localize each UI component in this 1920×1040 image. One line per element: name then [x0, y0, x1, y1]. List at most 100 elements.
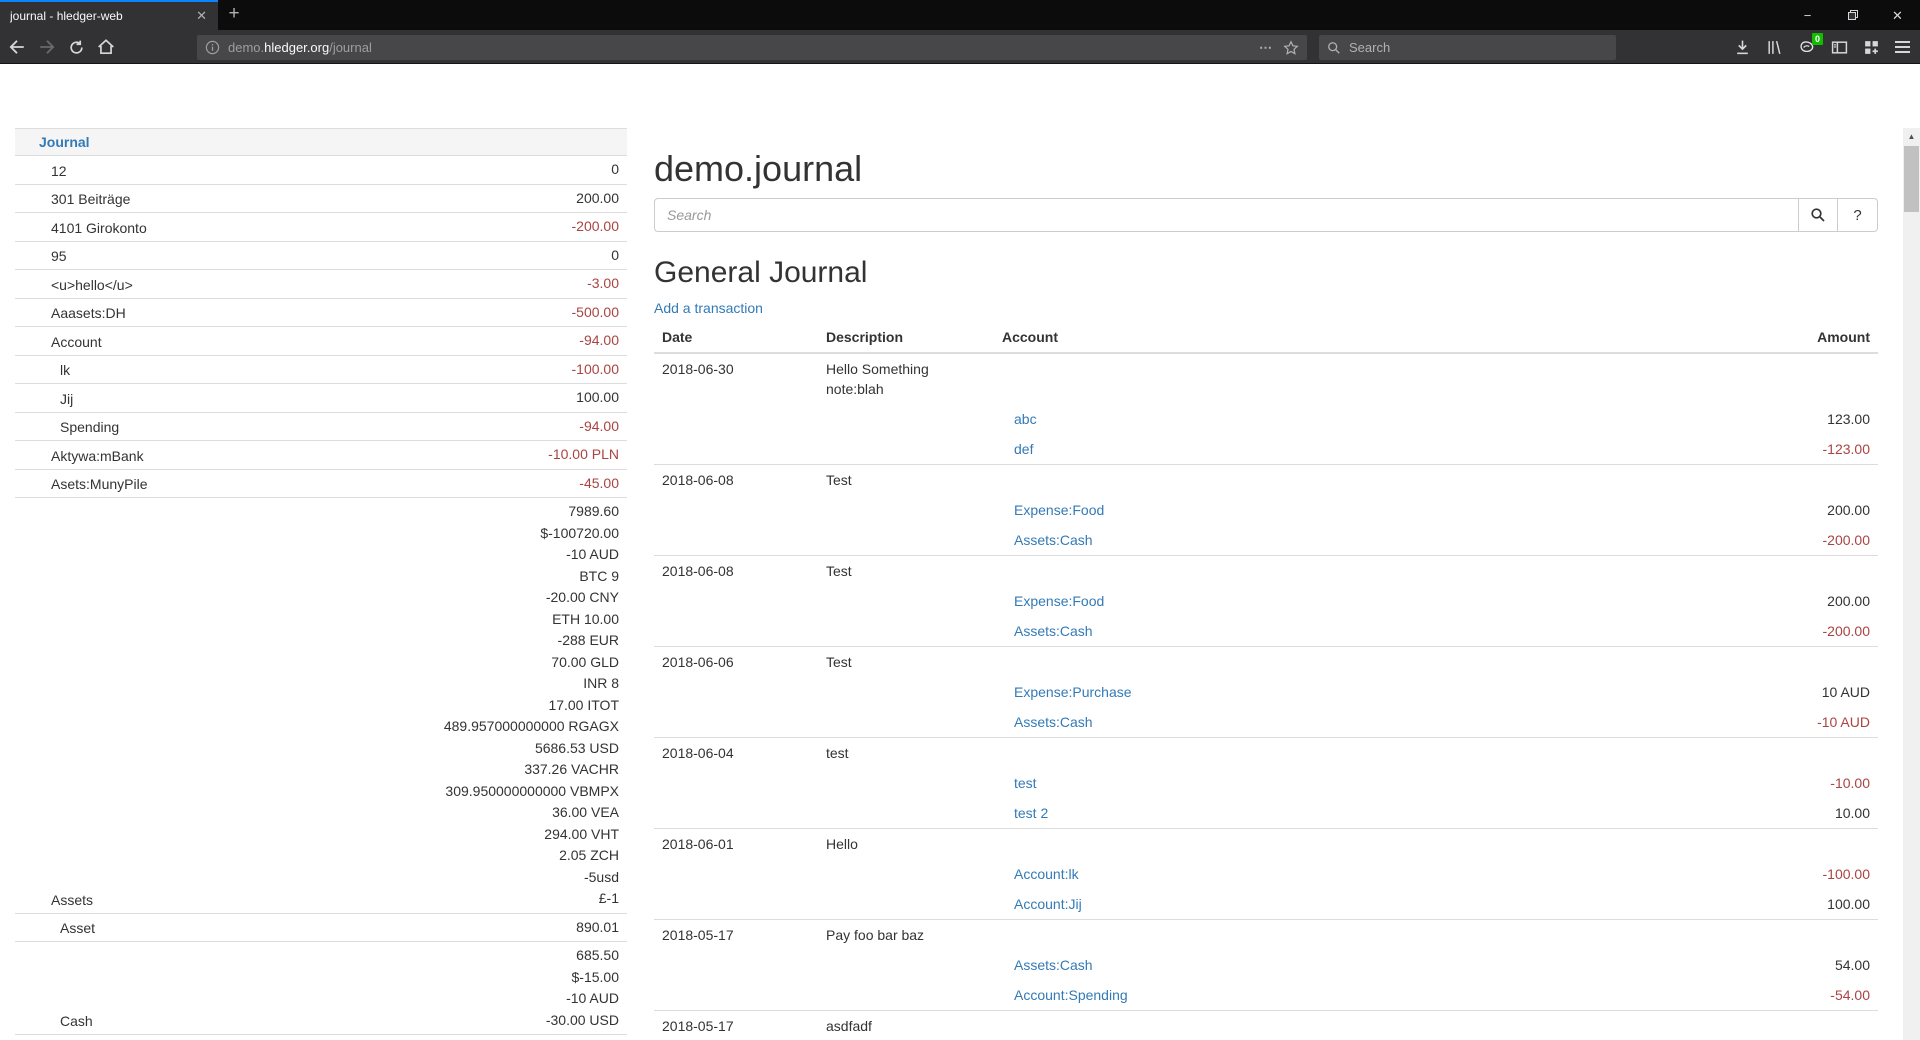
sidebar-account-link[interactable]: Spending — [15, 417, 119, 437]
site-info-icon[interactable] — [205, 40, 220, 55]
reload-icon[interactable] — [68, 39, 85, 56]
forward-icon[interactable] — [38, 38, 56, 56]
add-transaction-link[interactable]: Add a transaction — [654, 300, 763, 316]
sidebar-account-link[interactable]: Account — [15, 332, 102, 352]
sidebar-account-balance: -200.00 — [572, 216, 627, 238]
transaction-description: asdfadf — [818, 1011, 994, 1040]
posting-account-link[interactable]: Assets:Cash — [1014, 532, 1093, 548]
transaction-description: Test — [818, 556, 994, 586]
page-scrollbar[interactable]: ▲ — [1903, 128, 1920, 1040]
window-restore-button[interactable] — [1830, 0, 1875, 30]
balance-amount: -30.00 USD — [546, 1010, 619, 1032]
balance-amount: -500.00 — [572, 302, 619, 324]
browser-nav-bar: demo.hledger.org/journal ⋯ Search 0 — [0, 30, 1920, 64]
sidebar-account-link[interactable]: 4101 Girokonto — [15, 218, 147, 238]
sidebar-account-link[interactable]: Assets — [15, 890, 93, 910]
sidebar-account-link[interactable]: <u>hello</u> — [15, 275, 133, 295]
sidebar-account-row: -117.00 — [15, 1034, 627, 1040]
sidebar-account-link[interactable]: Asets:MunyPile — [15, 474, 147, 494]
back-icon[interactable] — [8, 38, 26, 56]
balance-amount: -200.00 — [572, 216, 619, 238]
posting-account-link[interactable]: Assets:Cash — [1014, 714, 1093, 730]
sidebar-account-link[interactable]: Jij — [15, 389, 73, 409]
balance-amount: 200.00 — [576, 188, 619, 210]
bookmark-star-icon[interactable] — [1283, 40, 1299, 56]
sidebar-journal-row[interactable]: Journal — [15, 128, 627, 155]
sidebar-account-link[interactable]: lk — [15, 360, 70, 380]
sidebar-account-link[interactable]: 301 Beiträge — [15, 189, 130, 209]
sidebar-account-row: 4101 Girokonto -200.00 — [15, 212, 627, 241]
transaction-description: Test — [818, 647, 994, 677]
transaction-description: test — [818, 738, 994, 768]
transaction-description: Hello Something note:blah — [818, 354, 994, 404]
menu-icon[interactable] — [1895, 41, 1910, 53]
posting-amount: -54.00 — [1658, 980, 1878, 1010]
journal-search-group: ? — [654, 198, 1878, 232]
tab-close-icon[interactable]: ✕ — [191, 8, 212, 24]
posting-account-link[interactable]: Account:Spending — [1014, 987, 1128, 1003]
balance-amount: 890.01 — [576, 917, 619, 939]
posting-account-link[interactable]: test — [1014, 775, 1037, 791]
posting-account-link[interactable]: def — [1014, 441, 1033, 457]
sidebar-account-link[interactable]: Aktywa:mBank — [15, 446, 144, 466]
sidebar-account-balance: 100.00 — [576, 387, 627, 409]
downloads-icon[interactable] — [1734, 39, 1751, 56]
posting-account-link[interactable]: test 2 — [1014, 805, 1048, 821]
posting-account-link[interactable]: Assets:Cash — [1014, 957, 1093, 973]
sidebar-toggle-icon[interactable] — [1831, 39, 1848, 56]
scrollbar-thumb[interactable] — [1904, 146, 1919, 212]
posting-account-link[interactable]: abc — [1014, 411, 1037, 427]
posting-account-cell: Account:Jij — [994, 889, 1658, 919]
url-bar[interactable]: demo.hledger.org/journal ⋯ — [197, 35, 1307, 60]
balance-amount: $-100720.00 — [444, 523, 619, 545]
journal-search-button[interactable] — [1798, 198, 1838, 232]
balance-amount: -94.00 — [579, 416, 619, 438]
posting-account-cell: Account:Spending — [994, 980, 1658, 1010]
home-icon[interactable] — [97, 38, 115, 56]
journal-nav-link[interactable]: Journal — [15, 132, 90, 152]
sidebar-account-balance: -45.00 — [579, 473, 627, 495]
sidebar-account-balance: -94.00 — [579, 330, 627, 352]
tab-title: journal - hledger-web — [10, 9, 191, 23]
sidebar-account-link[interactable]: 12 — [15, 161, 67, 181]
balance-amount: 309.950000000000 VBMPX — [444, 781, 619, 803]
balance-amount: £-1 — [444, 888, 619, 910]
posting-account-link[interactable]: Assets:Cash — [1014, 623, 1093, 639]
transactions-body: 2018-06-30Hello Something note:blahabc12… — [654, 354, 1878, 1040]
sidebar-account-row: Assets 7989.60$-100720.00-10 AUDBTC 9-20.… — [15, 497, 627, 913]
sidebar-account-row: <u>hello</u> -3.00 — [15, 269, 627, 298]
browser-search-field[interactable]: Search — [1319, 35, 1616, 60]
grid-plus-icon[interactable] — [1863, 39, 1880, 56]
sidebar-account-balance: 890.01 — [576, 917, 627, 939]
posting-account-link[interactable]: Expense:Food — [1014, 502, 1104, 518]
balance-amount: -20.00 CNY — [444, 587, 619, 609]
posting-account-link[interactable]: Account:lk — [1014, 866, 1079, 882]
transaction-row: 2018-05-17asdfadfssdf100.00tttt-100.00 — [654, 1011, 1878, 1040]
balance-amount: 2.05 ZCH — [444, 845, 619, 867]
window-minimize-button[interactable]: − — [1785, 0, 1830, 30]
balance-amount: -3.00 — [587, 273, 619, 295]
sidebar-account-link[interactable]: Asset — [15, 918, 95, 938]
sidebar-account-balance: 7989.60$-100720.00-10 AUDBTC 9-20.00 CNY… — [444, 501, 627, 910]
posting-account-link[interactable]: Expense:Food — [1014, 593, 1104, 609]
library-icon[interactable] — [1766, 39, 1783, 56]
sidebar-account-link[interactable]: Cash — [15, 1011, 93, 1031]
journal-search-input[interactable] — [654, 198, 1798, 232]
posting-account-cell: abc — [994, 404, 1658, 434]
transaction-date: 2018-06-08 — [654, 556, 818, 586]
extension-icon[interactable]: 0 — [1798, 38, 1816, 56]
new-tab-button[interactable]: + — [218, 0, 250, 30]
posting-account-link[interactable]: Expense:Purchase — [1014, 684, 1132, 700]
browser-tab[interactable]: journal - hledger-web ✕ — [0, 0, 218, 30]
sidebar-account-link[interactable]: Aaasets:DH — [15, 303, 126, 323]
header-description: Description — [818, 322, 994, 352]
posting-account-link[interactable]: Account:Jij — [1014, 896, 1082, 912]
sidebar-account-link[interactable]: 95 — [15, 246, 67, 266]
sidebar-account-balance: 0 — [611, 159, 627, 181]
window-close-button[interactable]: ✕ — [1875, 0, 1920, 30]
posting-account-cell: Expense:Purchase — [994, 677, 1658, 707]
page-actions-icon[interactable]: ⋯ — [1259, 40, 1273, 56]
posting-amount: -200.00 — [1658, 616, 1878, 646]
search-help-button[interactable]: ? — [1838, 198, 1878, 232]
scrollbar-up-icon[interactable]: ▲ — [1903, 128, 1920, 145]
